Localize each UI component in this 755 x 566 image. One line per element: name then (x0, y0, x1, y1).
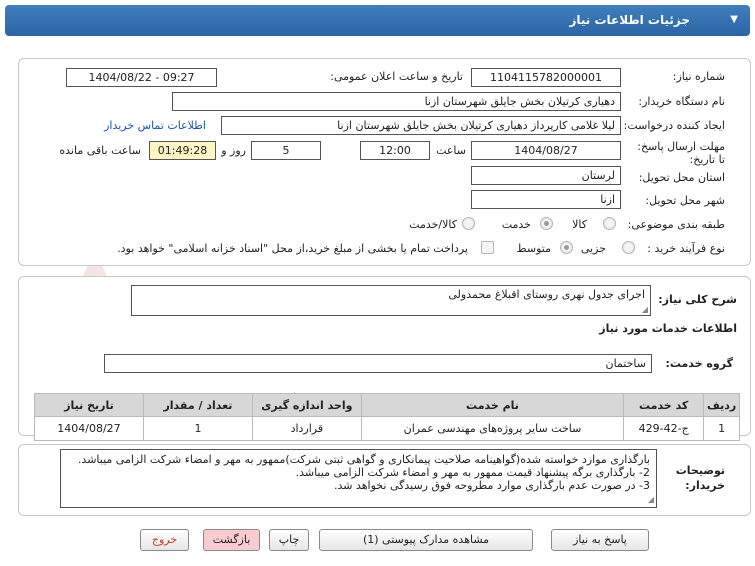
cell-unit: قرارداد (251, 416, 362, 441)
process-option-minor: جزیی (580, 242, 606, 255)
back-button[interactable]: بازگشت (203, 529, 260, 551)
creator-field: لیلا غلامی کارپرداز دهیاری کرتیلان بخش ج… (221, 116, 621, 135)
process-radio-minor[interactable] (622, 241, 635, 254)
need-number-label: شماره نیاز: (672, 70, 725, 83)
col-service-code: کد خدمت (623, 393, 705, 417)
print-button[interactable]: چاپ (269, 529, 309, 551)
buyer-org-field: دهیاری کرتیلان بخش جایلق شهرستان ازنا (172, 92, 621, 111)
col-row-number: ردیف (703, 393, 740, 417)
days-field: 5 (251, 141, 321, 160)
summary-text: اجرای جدول نهری روستای اقبلاغ محمدولی (448, 288, 645, 301)
deadline-time-field: 12:00 (360, 141, 430, 160)
buyer-contact-link[interactable]: اطلاعات تماس خریدار (104, 119, 206, 132)
remaining-time-field: 01:49:28 (149, 141, 216, 160)
remaining-label: ساعت باقی مانده (59, 144, 141, 157)
buyer-note-line-1: بارگذاری موارد خواسته شده(گواهینامه صلاح… (77, 453, 650, 466)
cell-service-name: ساخت سایر پروژه‌های مهندسی عمران (360, 416, 625, 441)
deadline-label: مهلت ارسال پاسخ: تا تاریخ: (637, 140, 725, 166)
services-section-title: اطلاعات خدمات مورد نیاز (599, 322, 737, 335)
announce-date-field: 1404/08/22 - 09:27 (66, 68, 217, 87)
city-field: ازنا (471, 190, 621, 209)
exit-button[interactable]: خروج (140, 529, 189, 551)
services-table: ردیف کد خدمت نام خدمت واحد اندازه گیری ت… (34, 393, 740, 441)
table-row: 1 ج-42-429 ساخت سایر پروژه‌های مهندسی عم… (34, 416, 740, 441)
buyer-org-label: نام دستگاه خریدار: (638, 95, 725, 108)
summary-field: اجرای جدول نهری روستای اقبلاغ محمدولی ◢ (131, 285, 651, 316)
deadline-date-field: 1404/08/27 (471, 141, 621, 160)
treasury-payment-checkbox[interactable] (481, 241, 494, 254)
category-option-service: خدمت (501, 218, 531, 231)
city-label: شهر محل تحویل: (645, 194, 725, 207)
services-table-header: ردیف کد خدمت نام خدمت واحد اندازه گیری ت… (34, 393, 740, 417)
collapse-arrow-icon[interactable]: ▼ (730, 14, 738, 25)
resize-handle-icon[interactable]: ◢ (648, 493, 654, 506)
process-option-medium: متوسط (516, 242, 551, 255)
col-unit: واحد اندازه گیری (251, 393, 362, 417)
category-radio-goods[interactable] (603, 217, 616, 230)
treasury-payment-note: پرداخت تمام یا بخشی از مبلغ خرید،از محل … (117, 242, 468, 255)
view-attachments-button[interactable]: مشاهده مدارک پیوستی (1) (319, 529, 533, 551)
category-option-goods: کالا (572, 218, 587, 231)
buyer-note-line-3: 3- در صورت عدم بارگذاری موارد مطروحه فوق… (334, 479, 650, 492)
col-service-name: نام خدمت (360, 393, 625, 417)
deadline-time-label: ساعت (436, 144, 466, 157)
service-group-label: گروه خدمت: (665, 357, 733, 370)
cell-need-date: 1404/08/27 (34, 416, 144, 441)
announce-date-label: تاریخ و ساعت اعلان عمومی: (330, 70, 463, 83)
reply-button[interactable]: پاسخ به نیاز (551, 529, 649, 551)
province-label: استان محل تحویل: (638, 171, 725, 184)
cell-row-number: 1 (703, 416, 740, 441)
buyer-note-line-2: 2- بارگذاری برگه پیشنهاد قیمت ممهور به م… (295, 466, 650, 479)
cell-quantity: 1 (142, 416, 253, 441)
summary-label: شرح کلی نیاز: (658, 293, 737, 306)
province-field: لرستان (471, 166, 621, 185)
buyer-notes-label: توضیحات خریدار: (675, 464, 725, 492)
col-quantity: تعداد / مقدار (142, 393, 253, 417)
process-label: نوع فرآیند خرید : (647, 242, 725, 255)
process-radio-medium[interactable] (560, 241, 573, 254)
need-number-field: 1104115782000001 (471, 68, 621, 87)
creator-label: ایجاد کننده درخواست: (623, 119, 725, 132)
resize-handle-icon[interactable]: ◢ (642, 305, 648, 314)
buyer-notes-field: بارگذاری موارد خواسته شده(گواهینامه صلاح… (60, 449, 657, 508)
category-label: طبقه بندی موضوعی: (627, 218, 725, 231)
category-radio-service[interactable] (540, 217, 553, 230)
category-option-goods-service: کالا/خدمت (409, 218, 457, 231)
days-label: روز و (221, 144, 246, 157)
col-need-date: تاریخ نیاز (34, 393, 144, 417)
category-radio-goods-service[interactable] (462, 217, 475, 230)
page-title: جزئیات اطلاعات نیاز (569, 13, 690, 27)
page-header: جزئیات اطلاعات نیاز ▼ (5, 5, 750, 36)
service-group-field: ساختمان (104, 354, 652, 373)
cell-service-code: ج-42-429 (623, 416, 705, 441)
